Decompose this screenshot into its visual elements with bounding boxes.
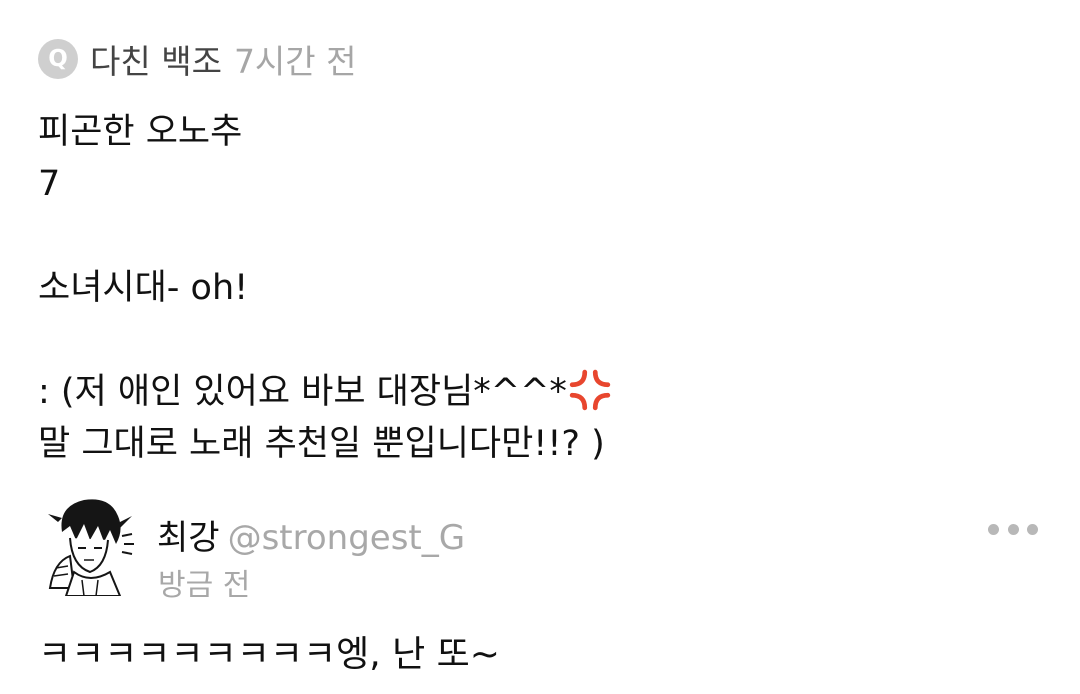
answer-text: ㅋㅋㅋㅋㅋㅋㅋㅋㅋ엥, 난 또~: [38, 634, 500, 675]
question-line-with-emoji: : (저 애인 있어요 바보 대장님*^^*: [38, 366, 1038, 418]
asker-name[interactable]: 다친 백조: [90, 35, 222, 83]
more-dots-icon: [1027, 523, 1038, 535]
question-line: 피곤한 오노추: [38, 112, 243, 152]
answer-header: 최강 @strongest_G 방금 전: [40, 492, 1040, 612]
more-dots-icon: [988, 523, 999, 535]
q-badge-icon: Q: [38, 39, 78, 79]
anger-symbol-icon: [569, 369, 611, 411]
question-header: Q 다친 백조 7시간 전: [38, 36, 357, 82]
question-line: 말 그대로 노래 추천일 뿐입니다만!!? ): [38, 424, 605, 464]
question-line: [38, 314, 1038, 366]
question-line: [38, 210, 1038, 262]
more-dots-icon: [1007, 523, 1019, 535]
answerer-display-name: 최강: [157, 518, 220, 558]
question-line: 소녀시대- oh!: [38, 268, 249, 308]
avatar[interactable]: [40, 492, 140, 596]
answerer-name[interactable]: 최강 @strongest_G: [157, 510, 465, 559]
question-line: : (저 애인 있어요 바보 대장님*^^*: [38, 372, 567, 412]
more-options-button[interactable]: [988, 514, 1038, 544]
question-time: 7시간 전: [233, 42, 357, 81]
question-line: 7: [38, 164, 61, 204]
answerer-handle: @strongest_G: [227, 518, 466, 558]
answer-time: 방금 전: [158, 568, 251, 603]
question-text: 피곤한 오노추 7 소녀시대- oh! : (저 애인 있어요 바보 대장님*^…: [38, 106, 1038, 470]
avatar-illustration: [40, 492, 140, 596]
